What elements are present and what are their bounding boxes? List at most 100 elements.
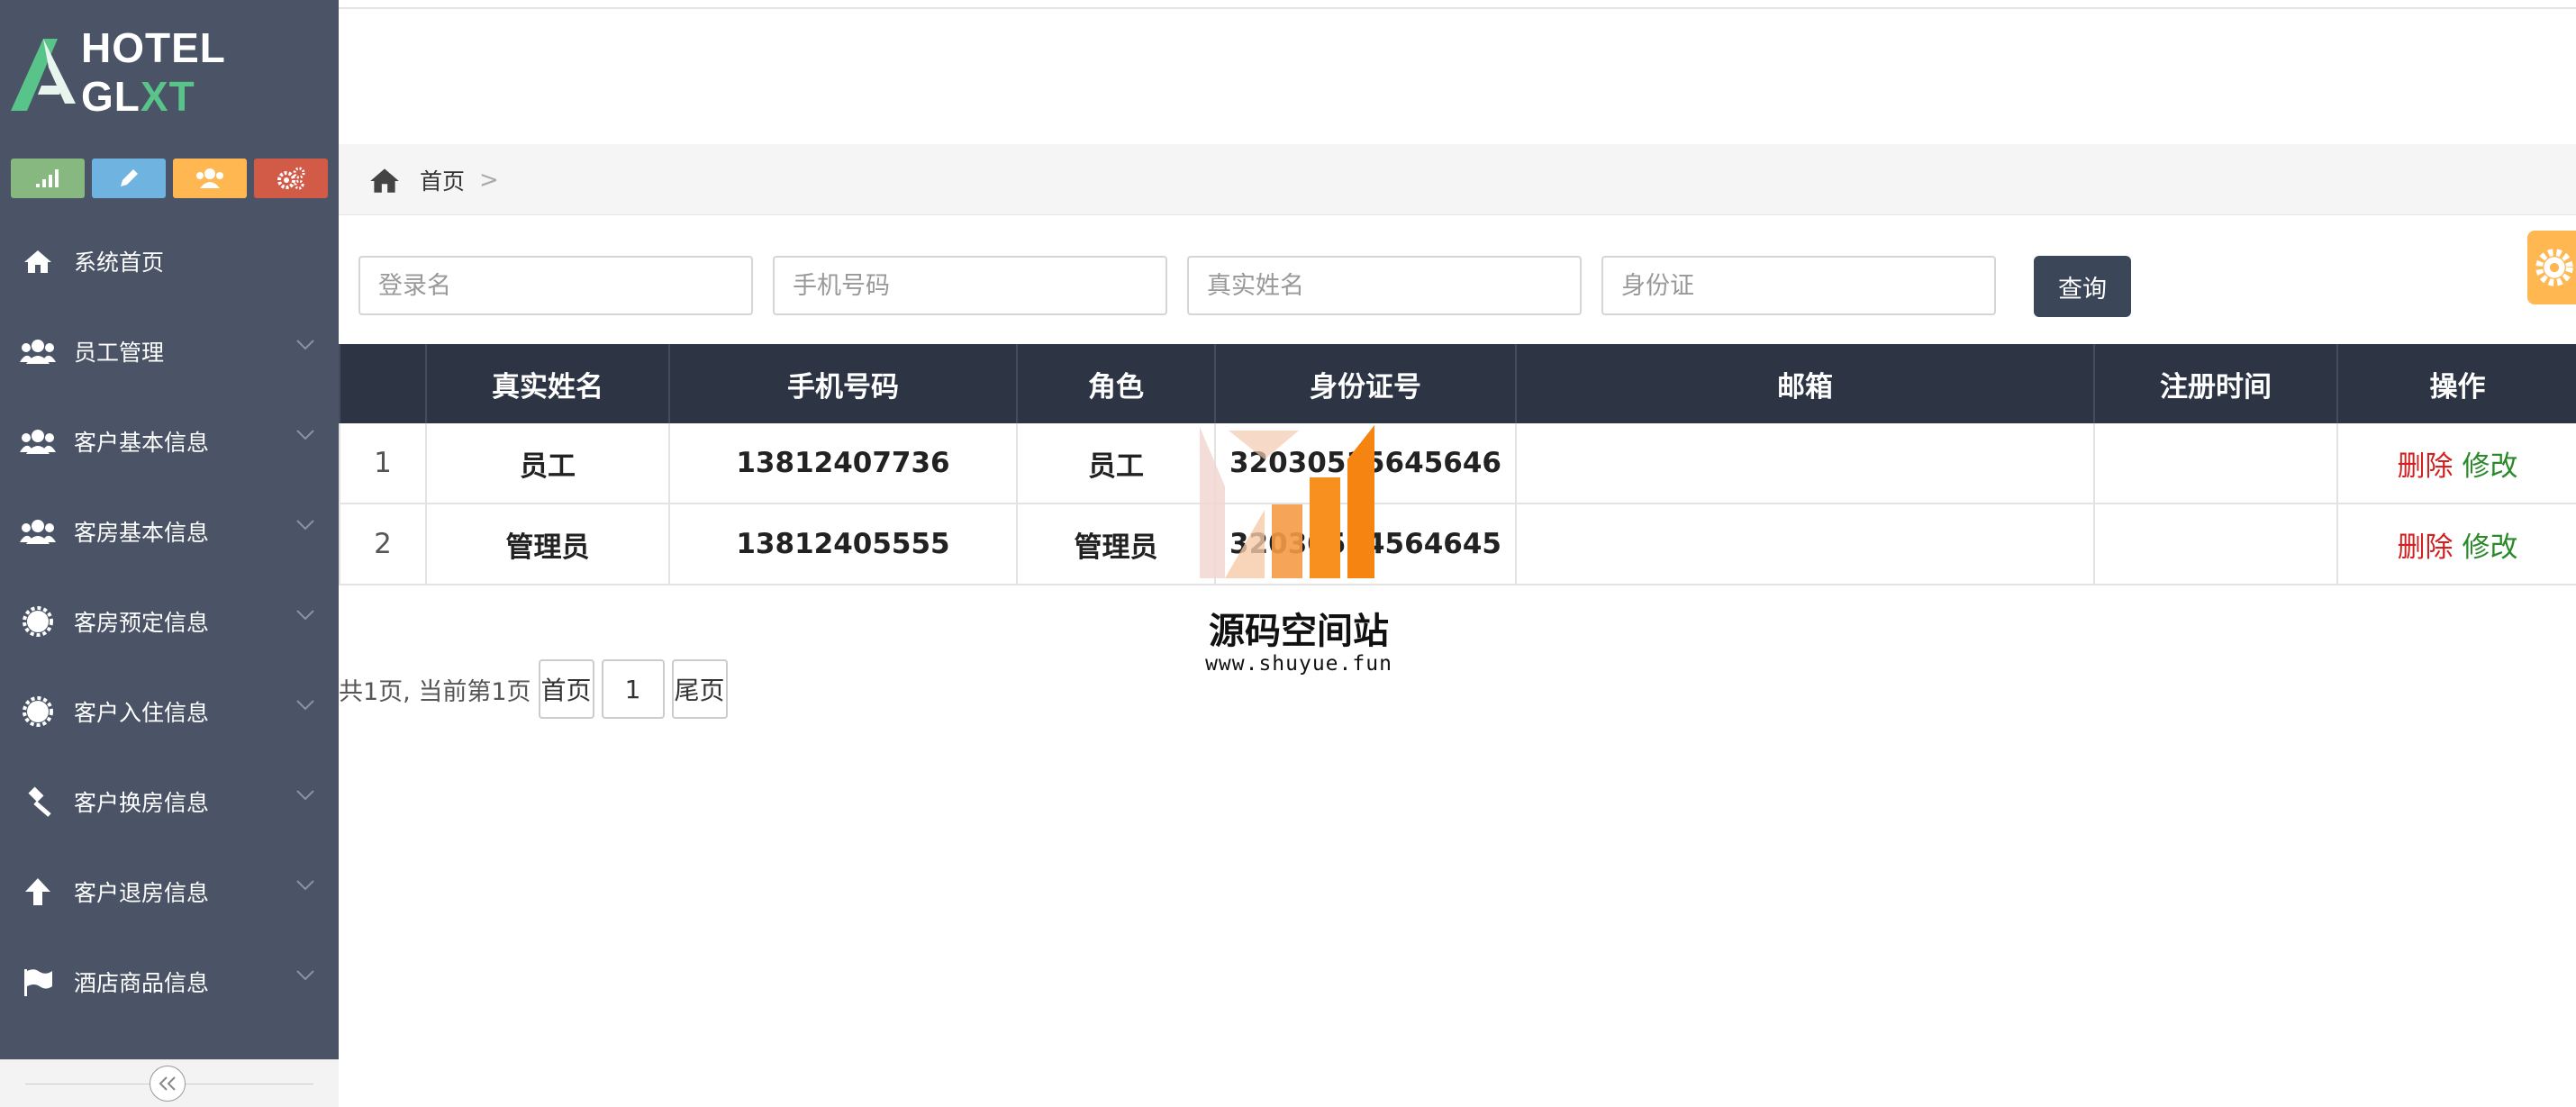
sidebar-item-label: 酒店商品信息 xyxy=(74,970,210,996)
watermark-logo-icon xyxy=(1200,425,1374,578)
users-icon xyxy=(18,422,58,461)
shortcut-settings-button[interactable] xyxy=(254,159,328,198)
gavel-icon xyxy=(18,782,58,821)
first-page-button[interactable]: 首页 xyxy=(538,659,594,719)
sidebar-item-checkout-info[interactable]: 客户退房信息 xyxy=(0,847,339,937)
cell-phone: 13812407736 xyxy=(668,423,1017,504)
sidebar-item-label: 员工管理 xyxy=(74,340,165,366)
chevron-down-icon xyxy=(296,520,314,531)
cogs-icon xyxy=(277,167,305,190)
settings-panel-toggle[interactable] xyxy=(2527,231,2576,304)
cell-phone: 13812405555 xyxy=(668,504,1017,585)
column-header: 邮箱 xyxy=(1515,344,2094,423)
sidebar-item-customer-info[interactable]: 客户基本信息 xyxy=(0,396,339,486)
sidebar-item-label: 客户退房信息 xyxy=(74,880,210,906)
column-header: 身份证号 xyxy=(1214,344,1516,423)
chevron-down-icon xyxy=(296,880,314,891)
sidebar: HOTEL GLXT 系统首页 员工管理 客户基本信息 客房基本信息 客房预定信… xyxy=(0,0,339,1107)
page-number-button[interactable]: 1 xyxy=(601,659,665,719)
shortcut-edit-button[interactable] xyxy=(92,159,166,198)
column-header: 真实姓名 xyxy=(425,344,669,423)
arrow-up-icon xyxy=(18,872,58,912)
modify-link[interactable]: 修改 xyxy=(2463,450,2518,483)
breadcrumb-bar: 首页 > xyxy=(339,144,2576,215)
sidebar-menu: 系统首页 员工管理 客户基本信息 客房基本信息 客房预定信息 客户入住信息 客户… xyxy=(0,216,339,1027)
breadcrumb: 首页 > xyxy=(367,164,499,196)
home-icon xyxy=(370,168,399,193)
shortcut-stats-button[interactable] xyxy=(11,159,85,198)
real-name-input[interactable] xyxy=(1187,256,1582,315)
last-page-button[interactable]: 尾页 xyxy=(671,659,728,719)
app-logo[interactable]: HOTEL GLXT xyxy=(7,24,331,120)
watermark-title: 源码空间站 xyxy=(1209,611,1389,652)
users-icon xyxy=(196,168,223,188)
sidebar-item-label: 客户换房信息 xyxy=(74,790,210,816)
cell-register-time xyxy=(2093,504,2337,585)
column-header xyxy=(339,344,426,423)
breadcrumb-home-link[interactable]: 首页 xyxy=(420,164,465,196)
cell-email xyxy=(1515,423,2094,504)
sidebar-item-label: 客房基本信息 xyxy=(74,520,210,546)
table-header-row: 真实姓名 手机号码 角色 身份证号 邮箱 注册时间 操作 xyxy=(339,344,2576,423)
users-icon xyxy=(18,512,58,551)
pagination-info: 共1页, 当前第1页 xyxy=(339,677,531,706)
chevron-down-icon xyxy=(296,610,314,621)
delete-link[interactable]: 删除 xyxy=(2398,531,2454,564)
cell-real-name: 员工 xyxy=(425,423,669,504)
chevron-down-icon xyxy=(296,790,314,801)
gear-icon xyxy=(18,692,58,731)
cell-register-time xyxy=(2093,423,2337,504)
cell-real-name: 管理员 xyxy=(425,504,669,585)
sidebar-item-goods-info[interactable]: 酒店商品信息 xyxy=(0,937,339,1027)
signal-icon xyxy=(36,169,59,187)
shortcut-buttons xyxy=(11,159,328,198)
pencil-icon xyxy=(121,169,138,186)
sidebar-item-home[interactable]: 系统首页 xyxy=(0,216,339,306)
double-chevron-left-icon xyxy=(159,1076,176,1091)
logo-mark-icon xyxy=(7,32,77,113)
phone-input[interactable] xyxy=(773,256,1167,315)
users-icon xyxy=(18,331,58,371)
breadcrumb-separator: > xyxy=(479,167,499,194)
sidebar-item-label: 客房预定信息 xyxy=(74,610,210,636)
delete-link[interactable]: 删除 xyxy=(2398,450,2454,483)
query-button[interactable]: 查询 xyxy=(2034,256,2131,317)
login-name-input[interactable] xyxy=(358,256,753,315)
pagination: 共1页, 当前第1页 首页 1 尾页 xyxy=(339,659,735,719)
gear-icon xyxy=(18,602,58,641)
watermark: 源码空间站 www.shuyue.fun xyxy=(1182,423,1416,685)
chevron-down-icon xyxy=(296,430,314,440)
id-card-input[interactable] xyxy=(1601,256,1996,315)
sidebar-item-booking-info[interactable]: 客房预定信息 xyxy=(0,576,339,667)
chevron-down-icon xyxy=(296,970,314,981)
sidebar-footer xyxy=(0,1059,339,1107)
column-header: 角色 xyxy=(1016,344,1215,423)
sidebar-item-staff[interactable]: 员工管理 xyxy=(0,306,339,396)
chevron-down-icon xyxy=(296,700,314,711)
home-icon xyxy=(18,241,58,281)
column-header: 操作 xyxy=(2336,344,2576,423)
sidebar-item-checkin-info[interactable]: 客户入住信息 xyxy=(0,667,339,757)
sidebar-item-room-info[interactable]: 客房基本信息 xyxy=(0,486,339,576)
top-navbar xyxy=(339,0,2576,9)
logo-text: HOTEL GLXT xyxy=(81,24,226,120)
column-header: 手机号码 xyxy=(668,344,1017,423)
sidebar-item-room-change-info[interactable]: 客户换房信息 xyxy=(0,757,339,847)
gear-icon xyxy=(2535,249,2573,286)
table-row: 2 管理员 13812405555 管理员 32030564564645 删除修… xyxy=(339,504,2576,585)
table-row: 1 员工 13812407736 员工 32030515645646 删除修改 xyxy=(339,423,2576,504)
shortcut-users-button[interactable] xyxy=(173,159,247,198)
sidebar-item-label: 系统首页 xyxy=(74,250,165,276)
column-header: 注册时间 xyxy=(2093,344,2337,423)
sidebar-item-label: 客户基本信息 xyxy=(74,430,210,456)
sidebar-item-label: 客户入住信息 xyxy=(74,700,210,726)
chevron-down-icon xyxy=(296,340,314,350)
modify-link[interactable]: 修改 xyxy=(2463,531,2518,564)
cell-email xyxy=(1515,504,2094,585)
collapse-sidebar-button[interactable] xyxy=(150,1066,186,1102)
row-index: 1 xyxy=(339,423,426,504)
flag-icon xyxy=(18,962,58,1002)
row-index: 2 xyxy=(339,504,426,585)
staff-table: 真实姓名 手机号码 角色 身份证号 邮箱 注册时间 操作 1 员工 138124… xyxy=(339,344,2576,585)
cell-actions: 删除 修改 xyxy=(2336,504,2576,585)
